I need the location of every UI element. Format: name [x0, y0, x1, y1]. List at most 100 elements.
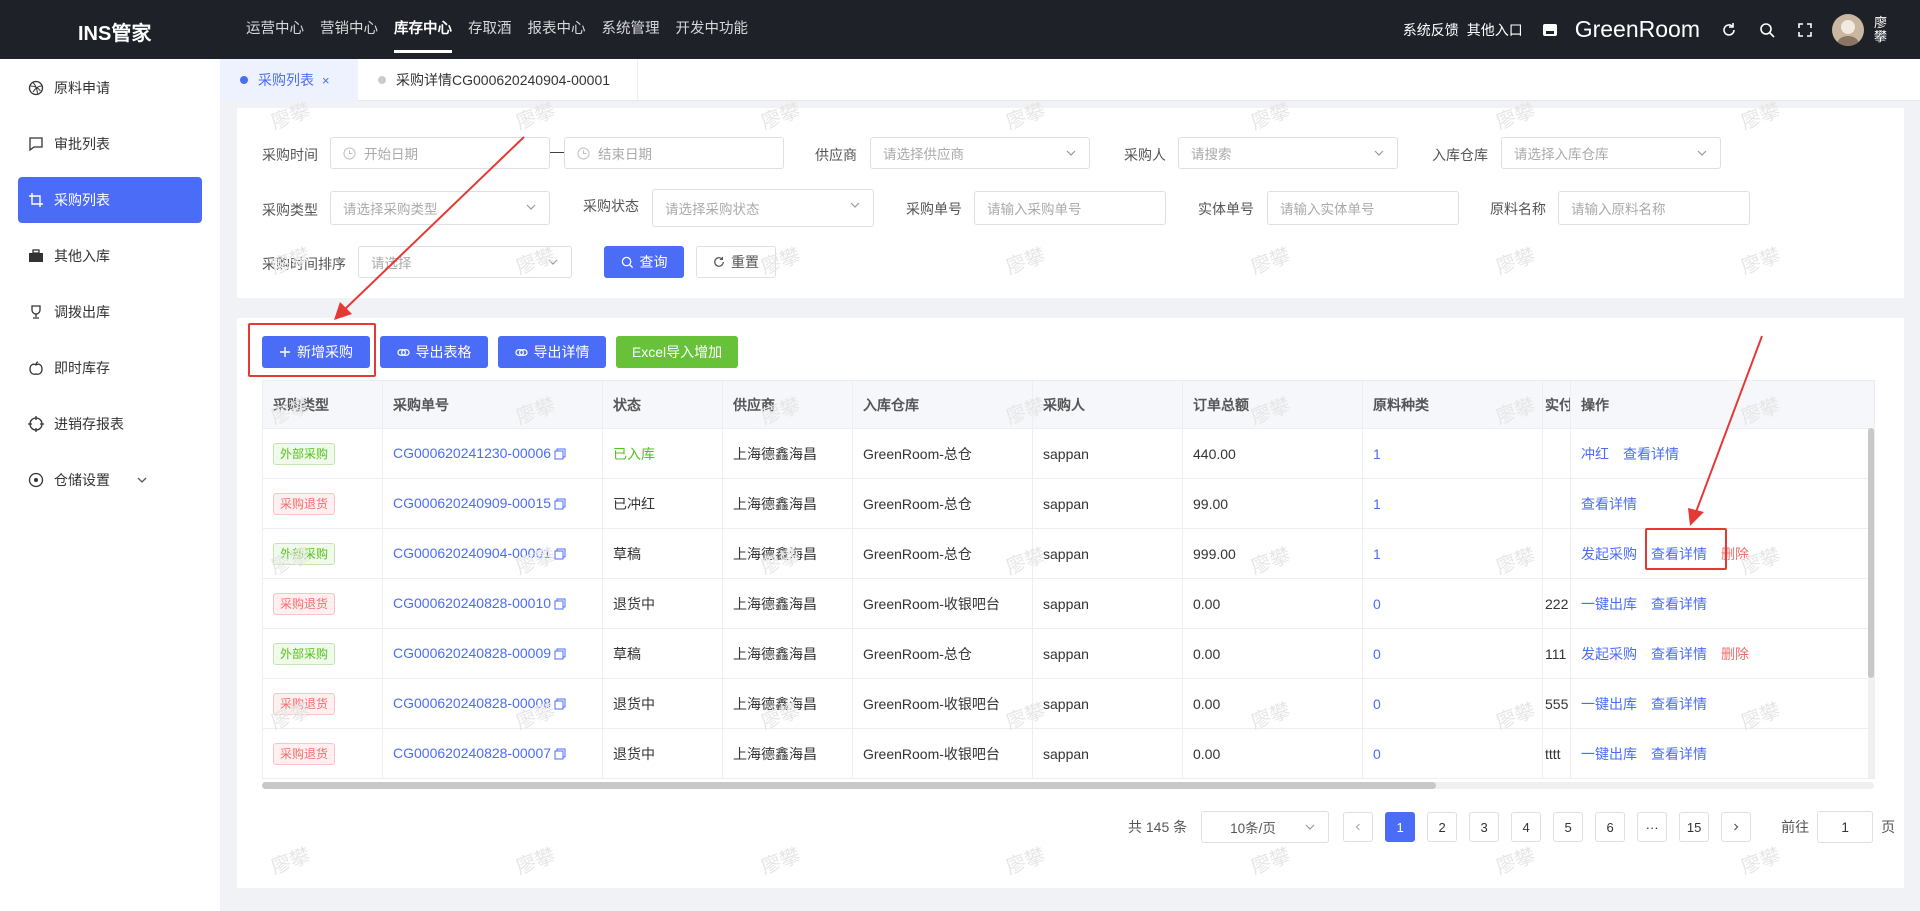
purchase-status-select[interactable]: 请选择采购状态 [652, 189, 874, 227]
purchase-type-select[interactable]: 请选择采购类型 [330, 191, 550, 225]
start-date-input[interactable]: 开始日期 [330, 137, 550, 169]
vertical-scrollbar[interactable] [1868, 428, 1874, 778]
copy-icon[interactable] [554, 697, 566, 713]
sidebar-item-realtime-stock[interactable]: 即时库存 [0, 345, 220, 391]
page-button[interactable]: 3 [1469, 812, 1500, 842]
order-no-link[interactable]: CG000620240904-00001 [393, 545, 551, 561]
row-action-button[interactable]: 一键出库 [1581, 696, 1637, 712]
row-action-button[interactable]: 删除 [1721, 546, 1749, 562]
row-action-button[interactable]: 查看详情 [1651, 646, 1707, 662]
copy-icon[interactable] [554, 747, 566, 763]
warehouse-select[interactable]: 请选择入库仓库 [1501, 137, 1721, 169]
horizontal-scrollbar[interactable] [262, 782, 1874, 789]
copy-icon[interactable] [554, 647, 566, 663]
username[interactable]: 廖攀 [1874, 15, 1890, 44]
excel-import-button[interactable]: Excel导入增加 [616, 336, 738, 368]
count-link[interactable]: 0 [1373, 696, 1381, 712]
order-no-link[interactable]: CG000620240828-00007 [393, 745, 551, 761]
sidebar-item-transfer-outbound[interactable]: 调拨出库 [0, 289, 220, 335]
count-link[interactable]: 0 [1373, 596, 1381, 612]
order-no-input[interactable]: 请输入采购单号 [974, 191, 1166, 225]
page-size-select[interactable]: 10条/页 [1201, 811, 1330, 843]
page-button[interactable]: ··· [1637, 812, 1668, 842]
goto-page-input[interactable]: 1 [1817, 811, 1874, 843]
system-feedback-link[interactable]: 系统反馈 [1403, 20, 1459, 40]
row-action-button[interactable]: 查看详情 [1651, 696, 1707, 712]
row-action-button[interactable]: 查看详情 [1651, 746, 1707, 762]
other-entry-link[interactable]: 其他入口 [1467, 20, 1523, 40]
avatar[interactable] [1832, 13, 1864, 46]
row-action-button[interactable]: 发起采购 [1581, 546, 1637, 562]
row-action-button[interactable]: 查看详情 [1623, 446, 1679, 462]
sidebar-item-warehouse-settings[interactable]: 仓储设置 [0, 457, 220, 503]
row-action-button[interactable]: 一键出库 [1581, 596, 1637, 612]
copy-icon[interactable] [554, 447, 566, 463]
sidebar-item-material-request[interactable]: 原料申请 [0, 65, 220, 111]
col-header: 采购类型 [262, 380, 383, 429]
nav-wine-storage[interactable]: 存取酒 [468, 0, 512, 59]
scrollbar-thumb[interactable] [1868, 428, 1874, 678]
row-action-button[interactable]: 一键出库 [1581, 746, 1637, 762]
scrollbar-thumb[interactable] [262, 782, 1436, 789]
buyer-select[interactable]: 请搜索 [1178, 137, 1398, 169]
order-no-link[interactable]: CG000620240909-00015 [393, 495, 551, 511]
sidebar-item-inventory-report[interactable]: 进销存报表 [0, 401, 220, 447]
next-page-button[interactable] [1721, 812, 1752, 842]
row-action-button[interactable]: 查看详情 [1651, 596, 1707, 612]
page-button[interactable]: 1 [1385, 812, 1416, 842]
supplier-select[interactable]: 请选择供应商 [870, 137, 1090, 169]
material-name-input[interactable]: 请输入原料名称 [1558, 191, 1750, 225]
sort-select[interactable]: 请选择 [358, 246, 572, 278]
count-link[interactable]: 0 [1373, 646, 1381, 662]
nav-inventory-center[interactable]: 库存中心 [394, 0, 452, 59]
query-button[interactable]: 查询 [604, 246, 684, 278]
store-name[interactable]: GreenRoom [1575, 16, 1700, 43]
export-detail-button[interactable]: 导出详情 [498, 336, 606, 368]
reset-button[interactable]: 重置 [696, 246, 776, 278]
sidebar-item-purchase-list[interactable]: 采购列表 [18, 177, 202, 223]
prev-page-button[interactable] [1343, 812, 1374, 842]
sidebar-item-other-inbound[interactable]: 其他入库 [0, 233, 220, 279]
count-link[interactable]: 0 [1373, 746, 1381, 762]
count-link[interactable]: 1 [1373, 446, 1381, 462]
copy-icon[interactable] [554, 497, 566, 513]
nav-report-center[interactable]: 报表中心 [528, 0, 586, 59]
page-button[interactable]: 15 [1679, 812, 1710, 842]
tab-purchase-detail[interactable]: 采购详情CG000620240904-00001 [358, 59, 638, 101]
app-logo[interactable]: INS管家 [78, 17, 151, 46]
add-purchase-button[interactable]: 新增采购 [262, 336, 370, 368]
cell-type: 外部采购 [262, 528, 383, 579]
end-date-input[interactable]: 结束日期 [564, 137, 784, 169]
order-no-link[interactable]: CG000620241230-00006 [393, 445, 551, 461]
row-action-button[interactable]: 查看详情 [1581, 496, 1637, 512]
refresh-icon[interactable] [1715, 16, 1743, 44]
order-no-link[interactable]: CG000620240828-00008 [393, 695, 551, 711]
sidebar-item-approval-list[interactable]: 审批列表 [0, 121, 220, 167]
row-action-button[interactable]: 删除 [1721, 646, 1749, 662]
count-link[interactable]: 1 [1373, 546, 1381, 562]
chevron-down-icon [849, 199, 861, 214]
order-no-link[interactable]: CG000620240828-00010 [393, 595, 551, 611]
nav-marketing-center[interactable]: 营销中心 [320, 0, 378, 59]
end-date-placeholder: 结束日期 [598, 147, 652, 162]
row-action-button[interactable]: 冲红 [1581, 446, 1609, 462]
row-action-button[interactable]: 查看详情 [1651, 546, 1707, 562]
copy-icon[interactable] [554, 597, 566, 613]
order-no-link[interactable]: CG000620240828-00009 [393, 645, 551, 661]
page-button[interactable]: 6 [1595, 812, 1626, 842]
close-icon[interactable]: × [322, 73, 330, 88]
tab-purchase-list[interactable]: 采购列表 × [220, 59, 358, 101]
fullscreen-icon[interactable] [1791, 16, 1819, 44]
count-link[interactable]: 1 [1373, 496, 1381, 512]
page-button[interactable]: 2 [1427, 812, 1458, 842]
search-icon[interactable] [1753, 16, 1781, 44]
page-button[interactable]: 4 [1511, 812, 1542, 842]
copy-icon[interactable] [554, 547, 566, 563]
nav-ops-center[interactable]: 运营中心 [246, 0, 304, 59]
nav-system-management[interactable]: 系统管理 [602, 0, 660, 59]
entity-no-input[interactable]: 请输入实体单号 [1267, 191, 1459, 225]
nav-dev-features[interactable]: 开发中功能 [676, 0, 749, 59]
page-button[interactable]: 5 [1553, 812, 1584, 842]
row-action-button[interactable]: 发起采购 [1581, 646, 1637, 662]
export-table-button[interactable]: 导出表格 [380, 336, 488, 368]
